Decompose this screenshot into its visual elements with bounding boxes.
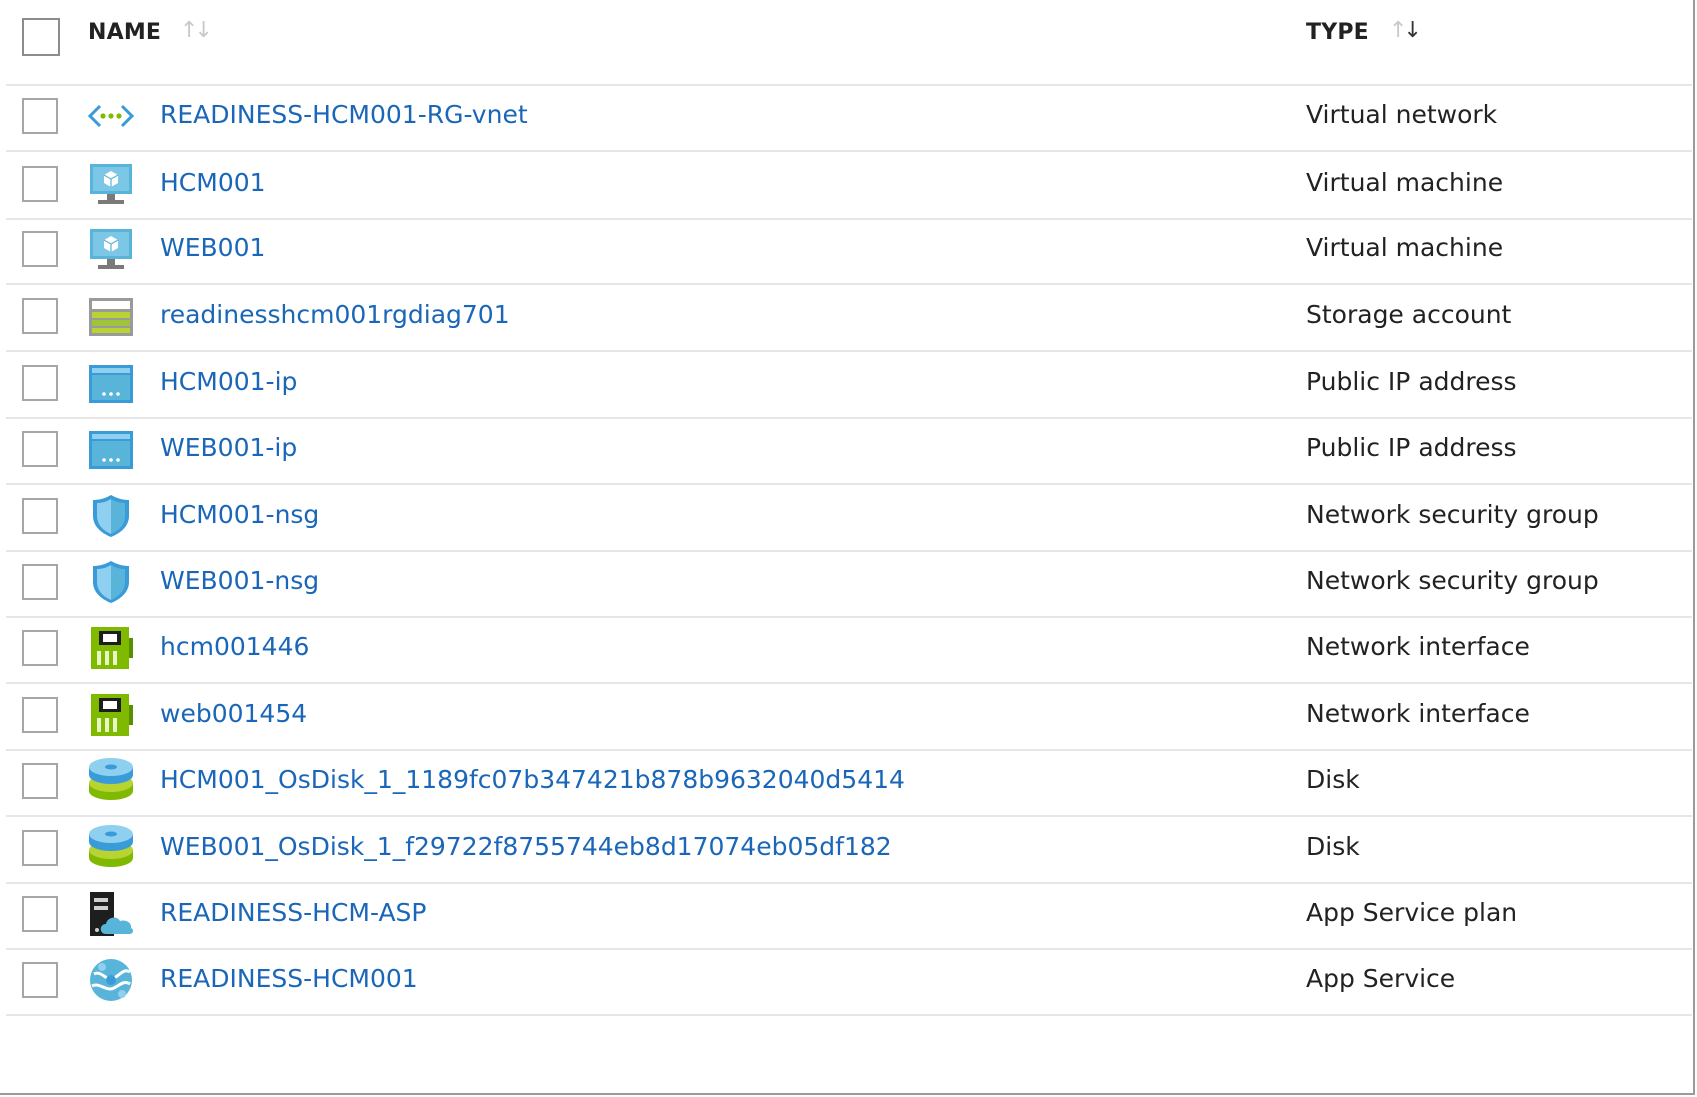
storage-account-icon: [86, 292, 136, 340]
row-checkbox[interactable]: [22, 365, 58, 401]
virtual-network-icon: [86, 92, 136, 140]
disk-icon: [86, 824, 136, 872]
table-row[interactable]: readinesshcm001rgdiag701 Storage account: [6, 280, 1692, 352]
table-row[interactable]: READINESS-HCM001 App Service: [6, 944, 1692, 1016]
table-row[interactable]: hcm001446 Network interface: [6, 612, 1692, 684]
table-row[interactable]: web001454 Network interface: [6, 679, 1692, 751]
row-checkbox[interactable]: [22, 697, 58, 733]
row-checkbox[interactable]: [22, 231, 58, 267]
network-interface-icon: [86, 691, 136, 739]
resource-type: Network security group: [1306, 500, 1599, 529]
table-row[interactable]: WEB001 Virtual machine: [6, 213, 1692, 285]
table-row[interactable]: READINESS-HCM001-RG-vnet Virtual network: [6, 80, 1692, 152]
resource-name-link[interactable]: READINESS-HCM-ASP: [160, 898, 427, 927]
row-checkbox[interactable]: [22, 830, 58, 866]
resource-list: NAME ↑↓ TYPE ↑↓ READINESS-HCM001-RG-vnet…: [0, 0, 1695, 1095]
resource-name-link[interactable]: READINESS-HCM001: [160, 964, 418, 993]
resource-type: Network interface: [1306, 632, 1530, 661]
type-column-header[interactable]: TYPE: [1306, 20, 1369, 45]
resource-name-link[interactable]: WEB001-nsg: [160, 566, 319, 595]
resource-type: Virtual machine: [1306, 168, 1504, 197]
table-header: NAME ↑↓ TYPE ↑↓: [6, 0, 1692, 86]
resource-name-link[interactable]: HCM001-ip: [160, 367, 297, 396]
resource-name-link[interactable]: HCM001-nsg: [160, 500, 319, 529]
name-column-header[interactable]: NAME: [88, 20, 161, 45]
resource-name-link[interactable]: READINESS-HCM001-RG-vnet: [160, 100, 528, 129]
shield-icon: [86, 558, 136, 606]
row-checkbox[interactable]: [22, 298, 58, 334]
resource-type: App Service plan: [1306, 898, 1518, 927]
resource-type: Network security group: [1306, 566, 1599, 595]
resource-type: Disk: [1306, 832, 1360, 861]
resource-name-link[interactable]: WEB001_OsDisk_1_f29722f8755744eb8d17074e…: [160, 832, 892, 861]
resource-type: Network interface: [1306, 699, 1530, 728]
resource-type: Storage account: [1306, 300, 1512, 329]
row-checkbox[interactable]: [22, 763, 58, 799]
resource-name-link[interactable]: HCM001_OsDisk_1_1189fc07b347421b878b9632…: [160, 765, 905, 794]
table-row[interactable]: HCM001-ip Public IP address: [6, 347, 1692, 419]
resource-type: Public IP address: [1306, 367, 1517, 396]
table-row[interactable]: WEB001-ip Public IP address: [6, 413, 1692, 485]
resource-name-link[interactable]: hcm001446: [160, 632, 309, 661]
row-checkbox[interactable]: [22, 962, 58, 998]
table-row[interactable]: HCM001_OsDisk_1_1189fc07b347421b878b9632…: [6, 745, 1692, 817]
resource-type: Public IP address: [1306, 433, 1517, 462]
resource-name-link[interactable]: WEB001: [160, 233, 265, 262]
network-interface-icon: [86, 624, 136, 672]
name-sort-icon[interactable]: ↑↓: [180, 18, 213, 43]
resource-type: Virtual network: [1306, 100, 1498, 129]
table-row[interactable]: HCM001 Virtual machine: [6, 148, 1692, 220]
row-checkbox[interactable]: [22, 630, 58, 666]
row-checkbox[interactable]: [22, 896, 58, 932]
resource-name-link[interactable]: readinesshcm001rgdiag701: [160, 300, 510, 329]
resource-name-link[interactable]: HCM001: [160, 168, 266, 197]
select-all-checkbox[interactable]: [22, 18, 60, 56]
type-sort-icon[interactable]: ↑↓: [1389, 18, 1422, 43]
table-row[interactable]: HCM001-nsg Network security group: [6, 480, 1692, 552]
resource-name-link[interactable]: web001454: [160, 699, 307, 728]
virtual-machine-icon: [86, 225, 136, 273]
public-ip-icon: [86, 425, 136, 473]
resource-type: Disk: [1306, 765, 1360, 794]
row-checkbox[interactable]: [22, 498, 58, 534]
app-service-plan-icon: [86, 890, 136, 938]
resource-type: Virtual machine: [1306, 233, 1504, 262]
table-row[interactable]: WEB001-nsg Network security group: [6, 546, 1692, 618]
virtual-machine-icon: [86, 160, 136, 208]
table-row[interactable]: READINESS-HCM-ASP App Service plan: [6, 878, 1692, 950]
row-checkbox[interactable]: [22, 564, 58, 600]
app-service-icon: [86, 956, 136, 1004]
row-checkbox[interactable]: [22, 431, 58, 467]
public-ip-icon: [86, 359, 136, 407]
row-checkbox[interactable]: [22, 98, 58, 134]
disk-icon: [86, 757, 136, 805]
shield-icon: [86, 492, 136, 540]
row-checkbox[interactable]: [22, 166, 58, 202]
resource-type: App Service: [1306, 964, 1456, 993]
table-row[interactable]: WEB001_OsDisk_1_f29722f8755744eb8d17074e…: [6, 812, 1692, 884]
resource-name-link[interactable]: WEB001-ip: [160, 433, 297, 462]
